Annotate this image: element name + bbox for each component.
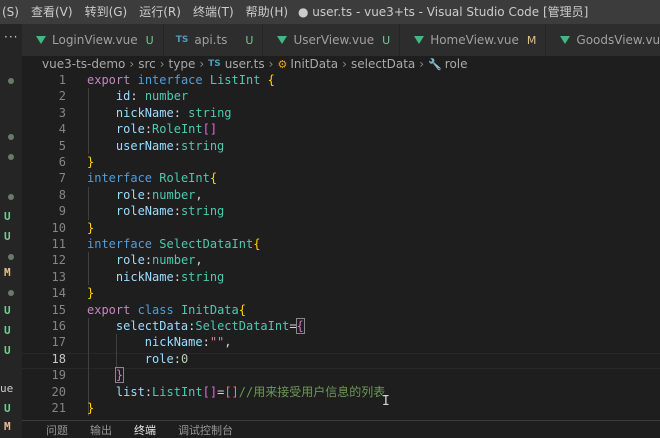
git-status-marker: U <box>4 304 11 317</box>
line-number: 12 <box>51 253 66 268</box>
status-dot <box>8 134 14 140</box>
status-dot <box>8 194 14 200</box>
tab-git-status: M <box>526 33 537 47</box>
breadcrumb-item-project[interactable]: vue3-ts-demo <box>42 57 125 71</box>
editor-tab-bar: LoginView.vue U TS api.ts U UserView.vue… <box>22 24 660 56</box>
vue-file-icon <box>36 36 46 44</box>
tab-home-view[interactable]: HomeView.vue M <box>400 24 547 56</box>
chevron-right-icon: › <box>342 57 347 71</box>
ts-file-icon: TS <box>175 35 189 45</box>
tab-git-status: U <box>382 33 391 47</box>
panel-tab-problems[interactable]: 问题 <box>46 422 68 438</box>
git-status-marker: M <box>4 420 11 433</box>
panel-tab-debug-console[interactable]: 调试控制台 <box>178 422 233 438</box>
menu-item-run[interactable]: 运行(R) <box>133 0 187 24</box>
wrench-icon: 🔧 <box>428 57 442 71</box>
line-number: 11 <box>51 237 66 251</box>
tab-label: UserView.vue <box>293 33 375 47</box>
git-status-marker: U <box>4 230 11 243</box>
git-status-marker: U <box>4 344 11 357</box>
title-bar: (S) 查看(V) 转到(G) 运行(R) 终端(T) 帮助(H) ● user… <box>0 0 660 24</box>
menu-bar: (S) 查看(V) 转到(G) 运行(R) 终端(T) 帮助(H) <box>0 0 294 24</box>
git-status-marker: U <box>4 402 11 415</box>
menu-item-help[interactable]: 帮助(H) <box>240 0 294 24</box>
line-number: 18 <box>51 351 66 366</box>
menu-item-selection[interactable]: (S) <box>0 0 25 24</box>
git-status-marker: U <box>4 324 11 337</box>
menu-item-terminal[interactable]: 终端(T) <box>187 0 240 24</box>
tab-label: LoginView.vue <box>52 33 138 47</box>
git-status-marker: U <box>4 210 11 223</box>
vue-file-icon <box>414 36 425 44</box>
code-editor[interactable]: 1 export interface ListInt { 2 id: number… <box>22 72 660 420</box>
tab-label: HomeView.vue <box>430 33 519 47</box>
tab-git-status: U <box>245 33 254 47</box>
explorer-status-strip: ··· U U M U U U ue U M <box>0 24 22 438</box>
line-number: 10 <box>51 220 66 235</box>
panel-tab-output[interactable]: 输出 <box>90 422 112 438</box>
line-number: 5 <box>58 138 66 153</box>
breadcrumb-item-property[interactable]: selectData <box>351 57 415 71</box>
status-dot <box>8 290 14 296</box>
breadcrumb-item-class[interactable]: InitData <box>290 57 338 71</box>
line-number: 20 <box>51 384 66 399</box>
line-number: 8 <box>58 187 66 202</box>
status-dot <box>8 154 14 160</box>
tab-label: GoodsView.vue <box>576 33 660 47</box>
text-cursor-icon: I <box>382 394 390 409</box>
breadcrumb-item-src[interactable]: src <box>138 57 156 71</box>
status-dot <box>8 254 14 260</box>
window-title: ● user.ts - vue3+ts - Visual Studio Code… <box>298 5 589 19</box>
line-number: 13 <box>51 269 66 284</box>
chevron-right-icon: › <box>199 57 205 71</box>
class-symbol-icon: ⚙ <box>277 57 288 71</box>
breadcrumb-item-type[interactable]: type <box>169 57 196 71</box>
menu-item-go[interactable]: 转到(G) <box>79 0 134 24</box>
vue-file-icon <box>277 36 288 44</box>
git-status-marker: M <box>4 266 11 279</box>
chevron-right-icon: › <box>159 57 165 71</box>
more-actions-icon[interactable]: ··· <box>4 30 18 44</box>
tab-label: api.ts <box>194 33 228 47</box>
status-dot <box>8 78 14 84</box>
tab-user-view[interactable]: UserView.vue U <box>263 24 401 56</box>
chevron-right-icon: › <box>268 57 274 71</box>
line-number: 14 <box>51 286 66 301</box>
line-number: 7 <box>58 171 66 186</box>
line-number: 17 <box>51 335 66 350</box>
line-number: 6 <box>58 155 66 169</box>
chevron-right-icon: › <box>129 57 135 71</box>
panel-tab-bar: 问题 输出 终端 调试控制台 <box>22 420 660 438</box>
line-number: 16 <box>51 319 66 333</box>
line-number: 9 <box>58 204 66 219</box>
breadcrumb: vue3-ts-demo › src › type › TS user.ts ›… <box>22 56 660 72</box>
menu-item-view[interactable]: 查看(V) <box>25 0 79 24</box>
tab-login-view[interactable]: LoginView.vue U <box>22 24 164 56</box>
ts-file-icon: TS <box>208 59 221 69</box>
breadcrumb-item-file[interactable]: user.ts <box>225 57 265 71</box>
line-number: 4 <box>58 122 66 137</box>
chevron-right-icon: › <box>419 57 425 71</box>
vue-file-icon <box>560 36 571 44</box>
line-number: 2 <box>58 89 66 104</box>
panel-tab-terminal[interactable]: 终端 <box>134 422 156 438</box>
line-number: 19 <box>51 368 66 383</box>
line-number: 15 <box>51 302 66 317</box>
tab-goods-view[interactable]: GoodsView.vue U <box>546 24 660 56</box>
breadcrumb-item-field[interactable]: role <box>445 57 468 71</box>
line-number: 21 <box>51 401 66 415</box>
line-number: 1 <box>58 73 66 87</box>
tab-git-status: U <box>145 33 154 47</box>
tab-api-ts[interactable]: TS api.ts U <box>163 24 264 56</box>
line-number: 3 <box>58 105 66 120</box>
file-name-fragment: ue <box>0 382 14 395</box>
